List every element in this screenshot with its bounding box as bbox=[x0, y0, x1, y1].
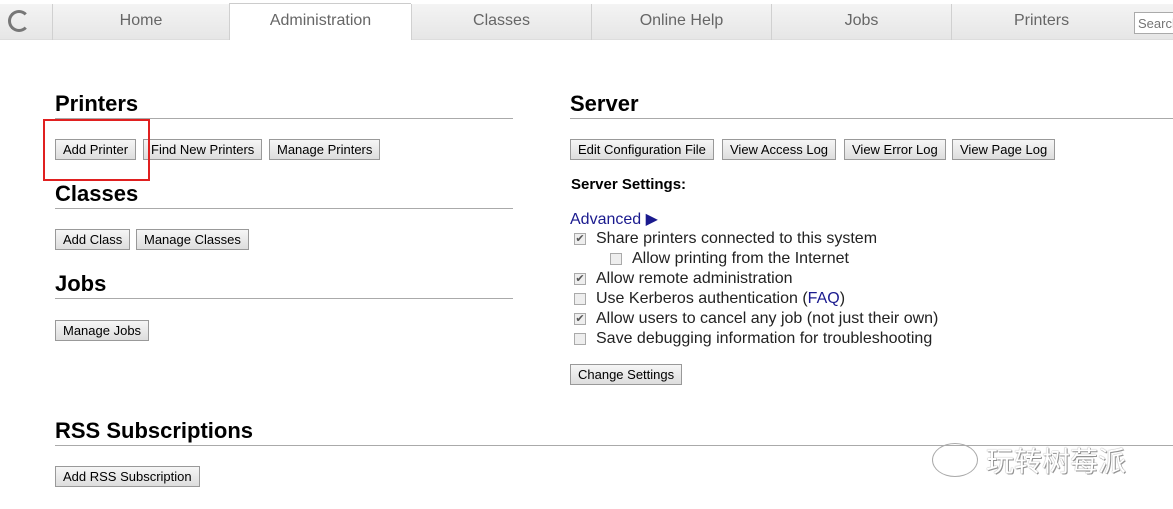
checkbox-checked[interactable]: ✔ bbox=[574, 273, 586, 285]
search-input[interactable] bbox=[1134, 12, 1173, 34]
tab-printers[interactable]: Printers bbox=[951, 4, 1131, 40]
tab-classes[interactable]: Classes bbox=[411, 4, 591, 40]
checkbox-checked[interactable]: ✔ bbox=[574, 233, 586, 245]
find-new-printers-button[interactable]: Find New Printers bbox=[143, 139, 263, 160]
option-label: Allow printing from the Internet bbox=[632, 250, 849, 267]
debug-logging-option[interactable]: Save debugging information for troublesh… bbox=[574, 330, 932, 348]
tab-jobs[interactable]: Jobs bbox=[771, 4, 951, 40]
add-class-button[interactable]: Add Class bbox=[55, 229, 131, 250]
option-label: Use Kerberos authentication ( bbox=[596, 290, 808, 307]
faq-link[interactable]: FAQ bbox=[808, 290, 840, 308]
watermark-text: 玩转树莓派 bbox=[986, 446, 1127, 477]
manage-jobs-button[interactable]: Manage Jobs bbox=[55, 320, 150, 341]
checkbox-unchecked[interactable] bbox=[574, 333, 586, 345]
manage-printers-button[interactable]: Manage Printers bbox=[269, 139, 381, 160]
option-label: Allow users to cancel any job (not just … bbox=[596, 310, 939, 327]
remote-admin-option[interactable]: ✔ Allow remote administration bbox=[574, 270, 793, 288]
rss-heading: RSS Subscriptions bbox=[55, 418, 254, 443]
server-heading: Server bbox=[570, 91, 639, 116]
checkbox-unchecked[interactable] bbox=[574, 293, 586, 305]
checkbox-checked[interactable]: ✔ bbox=[574, 313, 586, 325]
divider bbox=[55, 208, 513, 209]
kerberos-option[interactable]: Use Kerberos authentication (FAQ) bbox=[574, 290, 845, 308]
add-rss-subscription-button[interactable]: Add RSS Subscription bbox=[55, 466, 200, 487]
tab-administration[interactable]: Administration bbox=[229, 3, 411, 40]
highlight-box bbox=[43, 119, 150, 181]
option-label: Allow remote administration bbox=[596, 270, 793, 287]
option-label: Save debugging information for troublesh… bbox=[596, 330, 933, 347]
edit-configuration-file-button[interactable]: Edit Configuration File bbox=[570, 139, 714, 160]
wechat-icon bbox=[932, 443, 978, 477]
tab-online-help[interactable]: Online Help bbox=[591, 4, 771, 40]
view-access-log-button[interactable]: View Access Log bbox=[722, 139, 837, 160]
jobs-heading: Jobs bbox=[55, 271, 107, 296]
view-error-log-button[interactable]: View Error Log bbox=[844, 139, 946, 160]
allow-internet-printing-option[interactable]: Allow printing from the Internet bbox=[610, 250, 849, 268]
tab-home[interactable]: Home bbox=[52, 4, 229, 40]
server-settings-label: Server Settings: bbox=[571, 176, 687, 193]
watermark: 玩转树莓派 bbox=[932, 440, 1126, 480]
checkbox-unchecked[interactable] bbox=[610, 253, 622, 265]
printers-heading: Printers bbox=[55, 91, 139, 116]
divider bbox=[55, 298, 513, 299]
advanced-link[interactable]: Advanced ▶ bbox=[570, 209, 658, 229]
divider bbox=[570, 118, 1173, 119]
share-printers-option[interactable]: ✔ Share printers connected to this system bbox=[574, 230, 877, 248]
option-label: Share printers connected to this system bbox=[596, 230, 878, 247]
classes-heading: Classes bbox=[55, 181, 139, 206]
cups-logo-icon bbox=[8, 10, 30, 32]
option-label-suffix: ) bbox=[839, 290, 846, 307]
change-settings-button[interactable]: Change Settings bbox=[570, 364, 683, 385]
view-page-log-button[interactable]: View Page Log bbox=[952, 139, 1056, 160]
top-nav: Home Administration Classes Online Help … bbox=[0, 3, 1173, 40]
manage-classes-button[interactable]: Manage Classes bbox=[136, 229, 249, 250]
cups-logo-tab[interactable] bbox=[0, 4, 52, 40]
cancel-any-job-option[interactable]: ✔ Allow users to cancel any job (not just… bbox=[574, 310, 938, 328]
